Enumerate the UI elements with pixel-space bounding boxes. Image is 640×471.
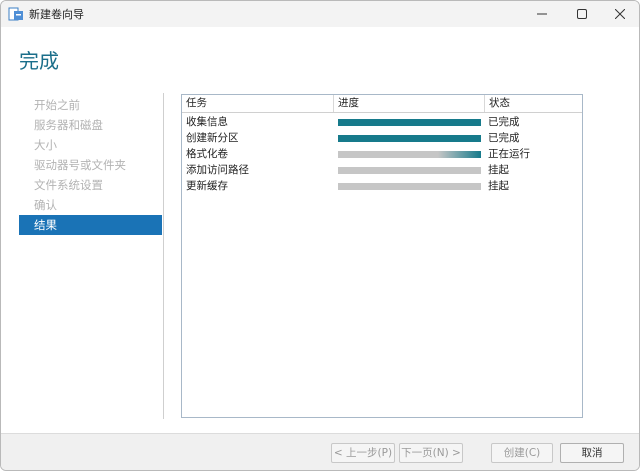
create-button[interactable]: 创建(C)	[491, 443, 553, 463]
progress-fill	[338, 135, 481, 142]
step-label: 确认	[34, 198, 57, 212]
title-bar: 新建卷向导	[1, 1, 639, 27]
step-item[interactable]: 大小	[19, 135, 162, 155]
disk-volume-icon	[8, 7, 23, 21]
table-row[interactable]: 添加访问路径 挂起	[182, 162, 582, 178]
progress-bar	[338, 135, 481, 142]
close-icon	[615, 9, 625, 19]
step-item[interactable]: 文件系统设置	[19, 175, 162, 195]
wizard-window: 新建卷向导 完成 开始之前 服务器和磁盘 大小 驱动器号或文件夹 文件系统设置 …	[0, 0, 640, 471]
task-status: 已完成	[488, 116, 520, 128]
task-status: 挂起	[488, 180, 509, 192]
column-header-status[interactable]: 状态	[485, 95, 582, 112]
wizard-footer: < 上一步(P) 下一页(N) > 创建(C) 取消	[1, 433, 639, 470]
step-label: 服务器和磁盘	[34, 118, 103, 132]
grid-header: 任务 进度 状态	[182, 95, 582, 113]
progress-fill	[338, 151, 481, 158]
step-label: 文件系统设置	[34, 178, 103, 192]
task-name: 创建新分区	[186, 132, 239, 144]
task-name: 更新缓存	[186, 180, 228, 192]
window-title: 新建卷向导	[29, 8, 84, 21]
table-row[interactable]: 更新缓存 挂起	[182, 178, 582, 194]
step-label: 大小	[34, 138, 57, 152]
wizard-header: 完成	[1, 27, 639, 84]
step-item-active[interactable]: 结果	[19, 215, 162, 235]
panel-divider	[163, 93, 164, 419]
progress-fill	[338, 119, 481, 126]
minimize-icon	[537, 13, 547, 15]
wizard-steps: 开始之前 服务器和磁盘 大小 驱动器号或文件夹 文件系统设置 确认 结果	[19, 95, 162, 235]
task-status: 挂起	[488, 164, 509, 176]
results-grid[interactable]: 任务 进度 状态 收集信息 已完成 创建新分区 已完成 格式化卷 正在运行 添加…	[181, 94, 583, 418]
step-item[interactable]: 确认	[19, 195, 162, 215]
table-row[interactable]: 格式化卷 正在运行	[182, 146, 582, 162]
step-item[interactable]: 驱动器号或文件夹	[19, 155, 162, 175]
page-title: 完成	[19, 49, 59, 73]
column-header-task[interactable]: 任务	[182, 95, 334, 112]
progress-bar	[338, 151, 481, 158]
step-item[interactable]: 服务器和磁盘	[19, 115, 162, 135]
step-label: 结果	[34, 218, 57, 232]
step-label: 驱动器号或文件夹	[34, 158, 126, 172]
column-header-progress[interactable]: 进度	[334, 95, 485, 112]
task-status: 已完成	[488, 132, 520, 144]
progress-bar	[338, 183, 481, 190]
step-item[interactable]: 开始之前	[19, 95, 162, 115]
cancel-button[interactable]: 取消	[560, 443, 624, 463]
task-name: 收集信息	[186, 116, 228, 128]
previous-button[interactable]: < 上一步(P)	[331, 443, 395, 463]
progress-bar	[338, 167, 481, 174]
table-row[interactable]: 创建新分区 已完成	[182, 130, 582, 146]
step-label: 开始之前	[34, 98, 80, 112]
progress-bar	[338, 119, 481, 126]
next-button[interactable]: 下一页(N) >	[399, 443, 463, 463]
table-row[interactable]: 收集信息 已完成	[182, 114, 582, 130]
maximize-icon	[577, 9, 587, 19]
task-status: 正在运行	[488, 148, 530, 160]
task-name: 格式化卷	[186, 148, 228, 160]
close-button[interactable]	[597, 1, 639, 27]
task-name: 添加访问路径	[186, 164, 249, 176]
